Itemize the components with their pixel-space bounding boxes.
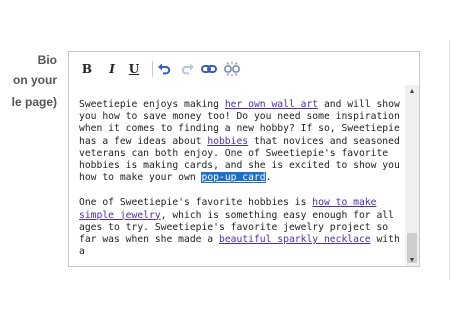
toolbar-separator: [152, 61, 153, 77]
scroll-up-arrow-icon[interactable]: ▲: [405, 85, 419, 97]
redo-icon: [181, 63, 194, 75]
bio-rich-text-editor[interactable]: B I U Sweetiepie enjoys making her own w…: [68, 51, 420, 267]
link-wall-art[interactable]: her own wall art: [225, 99, 318, 110]
bold-button[interactable]: B: [79, 61, 95, 77]
underline-button[interactable]: U: [126, 61, 142, 77]
link-hobbies[interactable]: hobbies: [207, 136, 248, 147]
editor-content[interactable]: Sweetiepie enjoys making her own wall ar…: [79, 99, 404, 265]
bio-label-line3: le page): [11, 95, 57, 109]
undo-button[interactable]: [156, 61, 172, 77]
link-sparkly-necklace[interactable]: beautiful sparkly necklace: [219, 234, 371, 245]
scroll-down-arrow-icon[interactable]: ▼: [405, 254, 419, 266]
divider-line: [449, 40, 450, 280]
unlink-button[interactable]: [224, 61, 240, 77]
text-run: One of Sweetiepie's favorite hobbies is: [79, 197, 313, 209]
insert-link-button[interactable]: [201, 61, 217, 77]
redo-button[interactable]: [180, 61, 196, 77]
italic-button[interactable]: I: [104, 61, 120, 77]
editor-scrollbar[interactable]: ▲ ▼: [405, 85, 419, 266]
link-icon: [201, 65, 217, 73]
link-pop-up-card-selected[interactable]: pop-up card: [201, 172, 266, 184]
unlink-icon: [224, 61, 240, 77]
undo-icon: [158, 63, 171, 75]
bio-paragraph-1: Sweetiepie enjoys making her own wall ar…: [79, 99, 404, 184]
editor-toolbar: B I U: [69, 52, 419, 84]
text-run: Sweetiepie enjoys making: [79, 99, 225, 110]
bio-paragraph-2: One of Sweetiepie's favorite hobbies is …: [79, 197, 404, 258]
text-run: .: [265, 172, 272, 184]
bio-label-line2: on your: [13, 73, 57, 87]
bio-label-line1: Bio: [37, 53, 57, 67]
